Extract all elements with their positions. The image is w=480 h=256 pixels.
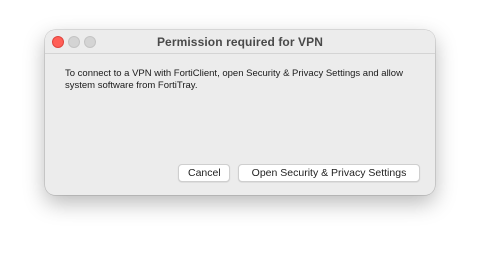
open-security-privacy-settings-button[interactable]: Open Security & Privacy Settings — [238, 164, 420, 182]
dialog-title: Permission required for VPN — [156, 35, 324, 49]
title-bar[interactable]: Permission required for VPN — [45, 30, 435, 54]
dialog-message: To connect to a VPN with FortiClient, op… — [65, 68, 403, 91]
cancel-button[interactable]: Cancel — [178, 164, 230, 182]
permission-dialog: Permission required for VPN To connect t… — [45, 30, 435, 195]
